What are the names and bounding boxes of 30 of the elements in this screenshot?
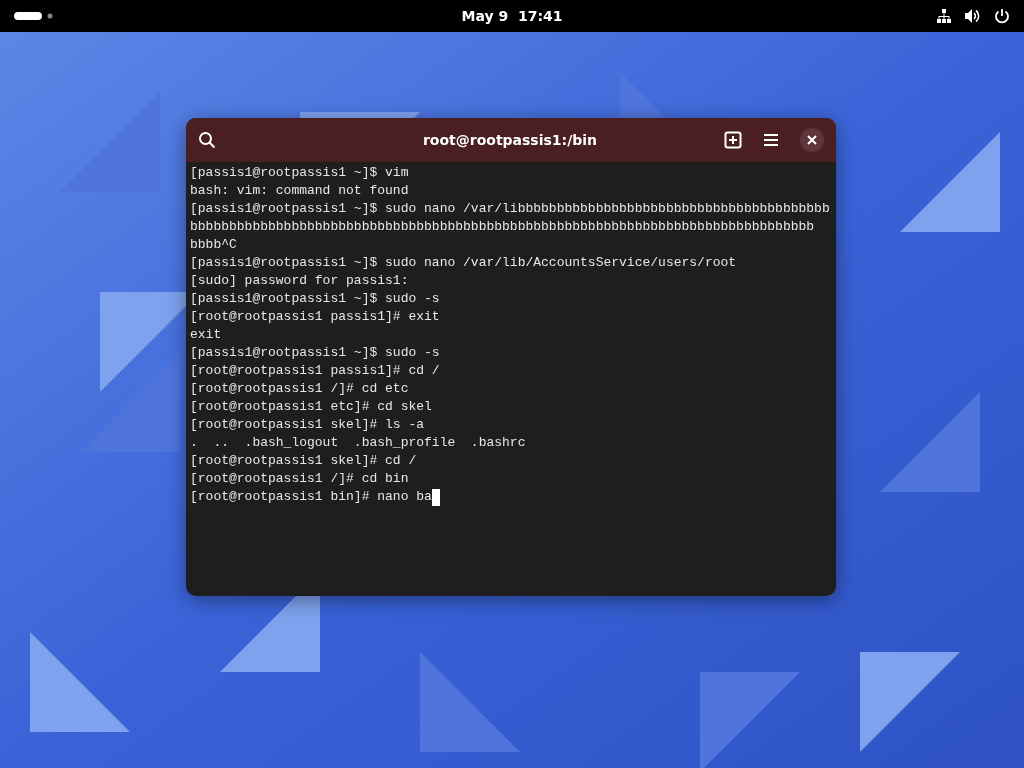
terminal-line: bash: vim: command not found <box>190 182 409 200</box>
terminal-line: bbbb^C <box>190 236 237 254</box>
close-icon <box>807 135 817 145</box>
network-icon[interactable] <box>936 8 952 24</box>
terminal-line: [passis1@rootpassis1 ~]$ sudo -s <box>190 344 440 362</box>
terminal-line: [root@rootpassis1 passis1]# cd / <box>190 362 440 380</box>
terminal-line: [root@rootpassis1 etc]# cd skel <box>190 398 432 416</box>
window-title: root@rootpassis1:/bin <box>421 132 599 148</box>
terminal-line: . .. .bash_logout .bash_profile .bashrc <box>190 434 526 452</box>
terminal-line: [sudo] password for passis1: <box>190 272 409 290</box>
terminal-line: exit <box>190 326 222 344</box>
clock[interactable]: May 9 17:41 <box>452 8 572 24</box>
terminal-line: bbbbbbbbbbbbbbbbbbbbbbbbbbbbbbbbbbbbbbbbbbbbbbbbbbbbbbbbbbbbbbbbbbbbbbbbbbbbbbbb <box>190 218 815 236</box>
terminal-line: [root@rootpassis1 bin]# nano ba <box>190 488 432 506</box>
new-tab-icon[interactable] <box>724 131 742 149</box>
terminal-line: [root@rootpassis1 skel]# ls -a <box>190 416 425 434</box>
terminal-line: [passis1@rootpassis1 ~]$ sudo -s <box>190 290 440 308</box>
terminal-line: [root@rootpassis1 /]# cd etc <box>190 380 409 398</box>
activities-icon[interactable] <box>14 11 54 21</box>
power-icon[interactable] <box>994 8 1010 24</box>
volume-icon[interactable] <box>964 8 982 24</box>
terminal-line: [passis1@rootpassis1 ~]$ sudo nano /var/libbbbbbbbbbbbbbbbbbbbbbbbbbbbbbbbbbbbbbbb <box>190 200 830 218</box>
terminal-line: [passis1@rootpassis1 ~]$ sudo nano /var/lib/AccountsService/users/root <box>190 254 737 272</box>
close-button[interactable] <box>800 128 824 152</box>
search-icon[interactable] <box>198 131 216 149</box>
terminal-line: [root@rootpassis1 skel]# cd / <box>190 452 417 470</box>
terminal-line: [passis1@rootpassis1 ~]$ vim <box>190 164 409 182</box>
menu-icon[interactable] <box>762 131 780 149</box>
terminal-line: [root@rootpassis1 /]# cd bin <box>190 470 409 488</box>
terminal-line: [root@rootpassis1 passis1]# exit <box>190 308 440 326</box>
